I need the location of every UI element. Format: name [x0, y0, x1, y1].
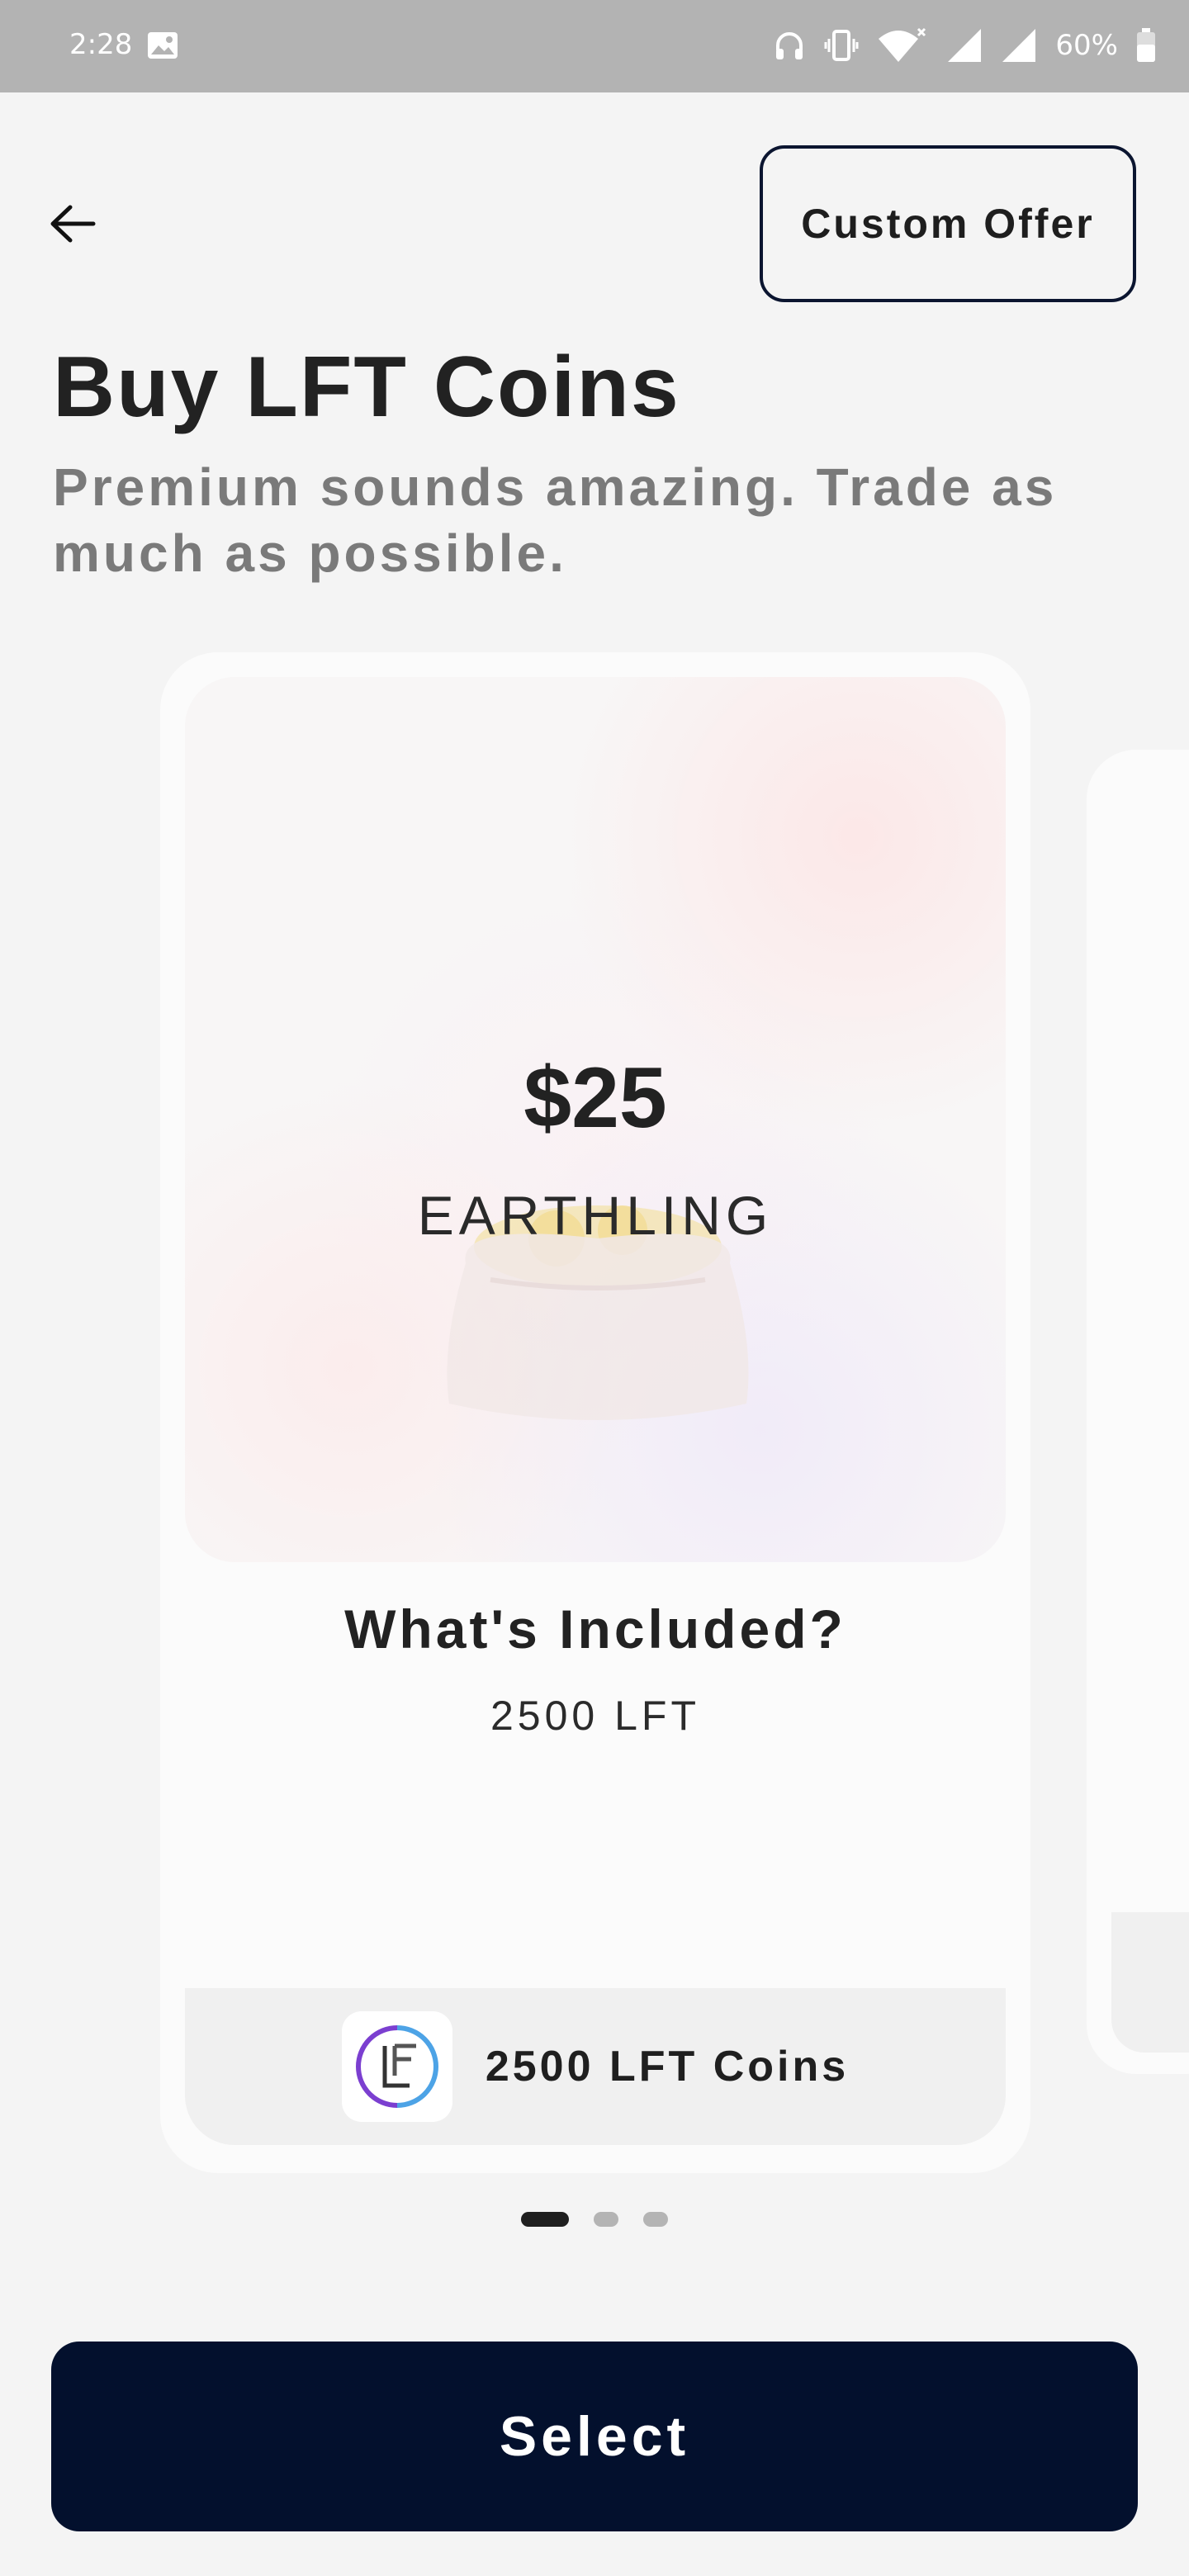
- back-button[interactable]: [43, 195, 101, 253]
- arrow-left-icon: [50, 205, 96, 243]
- next-plan-card[interactable]: [1087, 750, 1189, 2074]
- custom-offer-button[interactable]: Custom Offer: [760, 145, 1136, 302]
- status-bar: 2:28 60%: [0, 0, 1189, 92]
- carousel-pagination: [0, 2209, 1189, 2229]
- battery-icon: [1137, 28, 1155, 62]
- included-heading: What's Included?: [344, 1598, 846, 1660]
- next-card-footer: [1111, 1912, 1189, 2053]
- plan-hero: $25 EARTHLING: [185, 677, 1006, 1562]
- wifi-icon: [879, 27, 926, 62]
- image-icon: [148, 32, 178, 59]
- select-button[interactable]: Select: [51, 2342, 1138, 2531]
- plan-tier: EARTHLING: [417, 1185, 774, 1246]
- pagination-dot[interactable]: [643, 2212, 668, 2227]
- signal-icon: [948, 29, 982, 62]
- coins-label: 2500 LFT Coins: [485, 2043, 850, 2091]
- page-subtitle: Premium sounds amazing. Trade as much as…: [53, 457, 1058, 583]
- status-time: 2:28: [69, 28, 133, 61]
- card-footer: 2500 LFT Coins: [185, 1988, 1006, 2145]
- signal-icon-2: [1002, 29, 1036, 62]
- lft-logo-icon: [341, 2011, 452, 2122]
- pagination-dot[interactable]: [594, 2212, 618, 2227]
- vibrate-icon: [824, 30, 859, 61]
- battery-percentage: 60%: [1055, 29, 1118, 62]
- plan-price: $25: [523, 1050, 667, 1146]
- plan-card[interactable]: $25 EARTHLING What's Included? 2500 LFT …: [160, 652, 1030, 2173]
- page-title: Buy LFT Coins: [53, 339, 680, 435]
- included-item: 2500 LFT: [490, 1693, 700, 1739]
- headphones-icon: [776, 32, 803, 59]
- pagination-dot-active[interactable]: [521, 2212, 569, 2227]
- status-icons: 60%: [773, 25, 1156, 66]
